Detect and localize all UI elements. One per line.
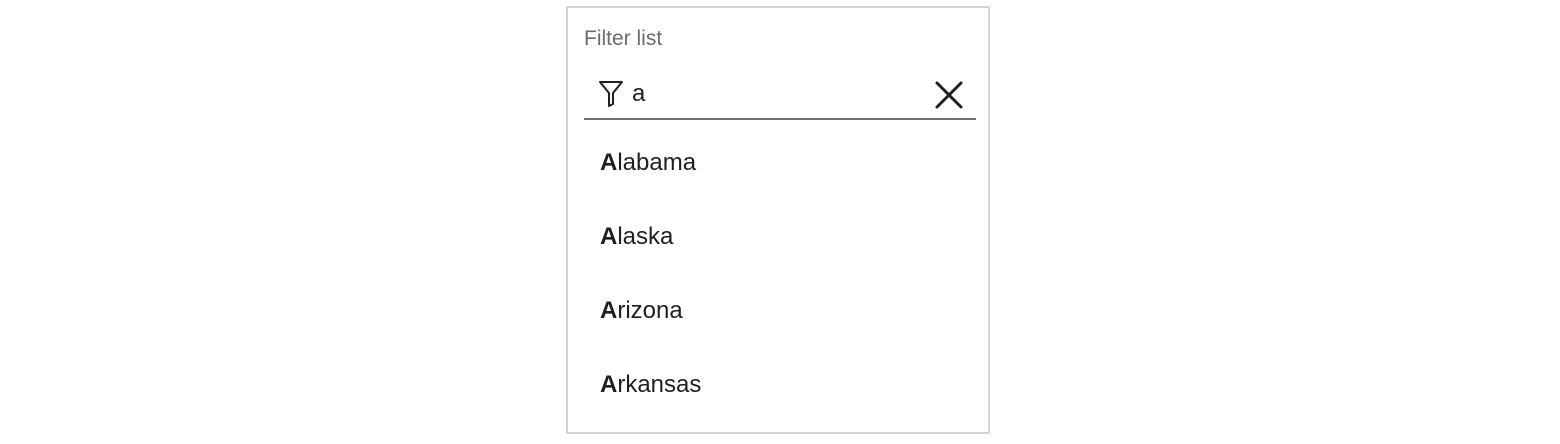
list-item-alabama[interactable]: Alabama	[568, 126, 988, 200]
item-text: laska	[617, 223, 674, 250]
filter-list-panel: Filter list Alabama Alaska Arizona Arkan…	[566, 6, 990, 434]
match-highlight: A	[600, 149, 618, 176]
match-highlight: A	[600, 297, 618, 324]
clear-button[interactable]	[932, 78, 966, 112]
list-item-arizona[interactable]: Arizona	[568, 274, 988, 348]
filter-input[interactable]	[632, 76, 912, 112]
item-text: rizona	[617, 297, 683, 324]
panel-title: Filter list	[584, 27, 663, 50]
item-text: labama	[617, 149, 697, 176]
list-item-alaska[interactable]: Alaska	[568, 200, 988, 274]
list-item-arkansas[interactable]: Arkansas	[568, 348, 988, 422]
filter-icon	[598, 80, 624, 108]
item-text: rkansas	[617, 371, 702, 398]
filter-search-field[interactable]	[584, 70, 976, 120]
match-highlight: A	[600, 223, 618, 250]
results-list: Alabama Alaska Arizona Arkansas	[568, 126, 988, 422]
close-icon	[935, 81, 963, 109]
match-highlight: A	[600, 371, 618, 398]
